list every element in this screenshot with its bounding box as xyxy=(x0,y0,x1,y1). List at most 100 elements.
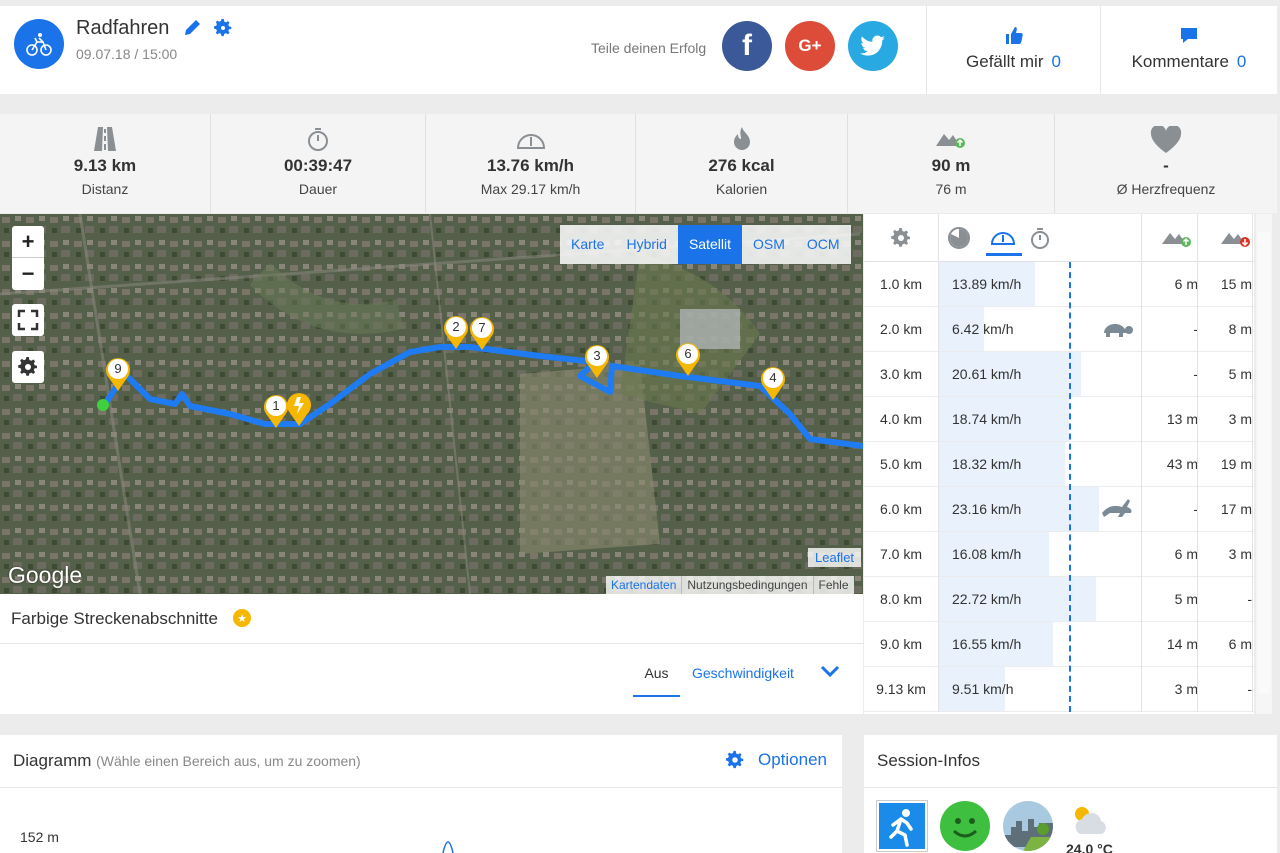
split-row[interactable]: 6.0 km 23.16 km/h - 17 m xyxy=(864,487,1254,532)
zoom-out-button[interactable]: − xyxy=(12,258,44,290)
split-row[interactable]: 9.13 km 9.51 km/h 3 m - xyxy=(864,667,1254,712)
diagram-options-button[interactable]: Optionen xyxy=(724,749,827,771)
split-ascent: - xyxy=(1193,366,1198,382)
split-row[interactable]: 4.0 km 18.74 km/h 13 m 3 m xyxy=(864,397,1254,442)
gear-icon[interactable] xyxy=(212,17,234,44)
split-descent: 6 m xyxy=(1228,636,1252,652)
comments-label: Kommentare xyxy=(1131,52,1229,71)
stat-elevation: 90 m 76 m xyxy=(848,114,1055,213)
split-row[interactable]: 7.0 km 16.08 km/h 6 m 3 m xyxy=(864,532,1254,577)
elevation-down-icon[interactable] xyxy=(1220,226,1252,255)
option-speed[interactable]: Geschwindigkeit xyxy=(692,665,794,681)
split-distance: 4.0 km xyxy=(879,411,922,427)
divider xyxy=(0,787,842,788)
stat-distance: 9.13 km Distanz xyxy=(0,114,211,213)
split-ascent: 6 m xyxy=(1174,276,1198,292)
twitter-share-button[interactable] xyxy=(848,21,898,71)
map-marker[interactable]: 3 xyxy=(583,343,611,379)
diagram-options-label: Optionen xyxy=(758,750,827,769)
pace-icon[interactable] xyxy=(947,226,971,255)
map-layer-switcher: Karte Hybrid Satellit OSM OCM xyxy=(560,225,851,264)
facebook-share-button[interactable]: f xyxy=(722,21,772,71)
likes-label: Gefällt mir xyxy=(966,52,1044,71)
option-off[interactable]: Aus xyxy=(633,665,680,697)
twitter-icon xyxy=(860,35,885,56)
route-map[interactable] xyxy=(0,214,863,594)
chevron-down-icon[interactable] xyxy=(820,664,840,683)
map-marker[interactable]: 6 xyxy=(674,341,702,377)
split-row[interactable]: 3.0 km 20.61 km/h - 5 m xyxy=(864,352,1254,397)
speedometer-icon[interactable] xyxy=(986,222,1022,256)
likes-button[interactable]: Gefällt mir 0 xyxy=(926,6,1100,94)
split-row[interactable]: 2.0 km 6.42 km/h - 8 m xyxy=(864,307,1254,352)
stat-speed: 13.76 km/h Max 29.17 km/h xyxy=(426,114,636,213)
split-speed: 22.72 km/h xyxy=(952,591,1022,607)
colored-sections-title: Farbige Streckenabschnitte xyxy=(11,609,218,628)
pencil-icon[interactable] xyxy=(182,18,202,43)
split-descent: 19 m xyxy=(1220,456,1252,472)
split-descent: 15 m xyxy=(1220,276,1252,292)
leaflet-link[interactable]: Leaflet xyxy=(808,548,862,567)
activity-title: Radfahren xyxy=(76,17,170,39)
comments-button[interactable]: Kommentare 0 xyxy=(1100,6,1277,94)
split-speed: 20.61 km/h xyxy=(952,366,1022,382)
diagram-title-text: Diagramm xyxy=(13,751,92,770)
stat-value: 13.76 km/h xyxy=(487,156,574,175)
split-speed: 23.16 km/h xyxy=(952,501,1022,517)
stat-calories: 276 kcal Kalorien xyxy=(636,114,848,213)
city-surface-icon xyxy=(1003,801,1053,851)
split-ascent: 5 m xyxy=(1174,591,1198,607)
split-distance: 1.0 km xyxy=(879,276,922,292)
split-ascent: 6 m xyxy=(1174,546,1198,562)
report-error-link[interactable]: Fehle xyxy=(812,576,854,594)
stat-label: Ø Herzfrequenz xyxy=(1116,181,1216,197)
map-marker[interactable]: 7 xyxy=(468,315,496,351)
stat-label: Kalorien xyxy=(715,181,768,197)
heart-icon xyxy=(1150,124,1182,159)
elevation-up-icon[interactable] xyxy=(1161,226,1193,255)
split-distance: 7.0 km xyxy=(879,546,922,562)
split-row[interactable]: 9.0 km 16.55 km/h 14 m 6 m xyxy=(864,622,1254,667)
split-row[interactable]: 8.0 km 22.72 km/h 5 m - xyxy=(864,577,1254,622)
stat-label: Distanz xyxy=(81,181,129,197)
premium-star-icon: ★ xyxy=(233,609,251,627)
elevation-curve xyxy=(442,841,454,853)
running-icon xyxy=(877,801,927,851)
gear-icon[interactable] xyxy=(889,226,913,255)
map-settings-button[interactable] xyxy=(12,351,44,383)
layer-ocm[interactable]: OCM xyxy=(796,225,851,264)
split-distance: 9.0 km xyxy=(879,636,922,652)
zoom-in-button[interactable]: + xyxy=(12,226,44,258)
terms-link[interactable]: Nutzungsbedingungen xyxy=(681,576,812,594)
pause-marker[interactable] xyxy=(285,391,313,427)
temperature: 24.0 °C xyxy=(1066,841,1113,853)
split-ascent: 14 m xyxy=(1166,636,1198,652)
thumbs-up-icon xyxy=(1004,26,1024,51)
googleplus-share-button[interactable]: G+ xyxy=(785,21,835,71)
marker-label: 4 xyxy=(769,370,777,385)
flame-icon xyxy=(731,126,753,157)
layer-satellit[interactable]: Satellit xyxy=(677,225,742,264)
stats-row: 9.13 km Distanz 00:39:47 Dauer 13.76 km/… xyxy=(0,114,1277,213)
split-row[interactable]: 1.0 km 13.89 km/h 6 m 15 m xyxy=(864,262,1254,307)
layer-osm[interactable]: OSM xyxy=(742,225,796,264)
map-marker[interactable]: 2 xyxy=(442,314,470,350)
stat-value: 90 m xyxy=(931,156,971,175)
layer-karte[interactable]: Karte xyxy=(560,225,615,264)
scrollbar-thumb[interactable] xyxy=(1258,232,1270,694)
map-data-link[interactable]: Kartendaten xyxy=(606,576,681,594)
diagram-hint: (Wähle einen Bereich aus, um zu zoomen) xyxy=(96,753,361,769)
stopwatch-icon[interactable] xyxy=(1028,226,1052,255)
map-attribution: Kartendaten Nutzungsbedingungen Fehle xyxy=(606,576,854,594)
split-row[interactable]: 5.0 km 18.32 km/h 43 m 19 m xyxy=(864,442,1254,487)
session-info-title: Session-Infos xyxy=(877,751,980,770)
marker-label: 9 xyxy=(114,361,122,376)
fullscreen-button[interactable] xyxy=(12,304,44,336)
map-marker[interactable]: 4 xyxy=(759,365,787,401)
gear-icon xyxy=(18,357,37,376)
share-label: Teile deinen Erfolg xyxy=(591,40,707,56)
map-marker[interactable]: 9 xyxy=(104,356,132,392)
route-line xyxy=(97,344,863,449)
speech-bubble-icon xyxy=(1179,26,1199,51)
layer-hybrid[interactable]: Hybrid xyxy=(615,225,677,264)
